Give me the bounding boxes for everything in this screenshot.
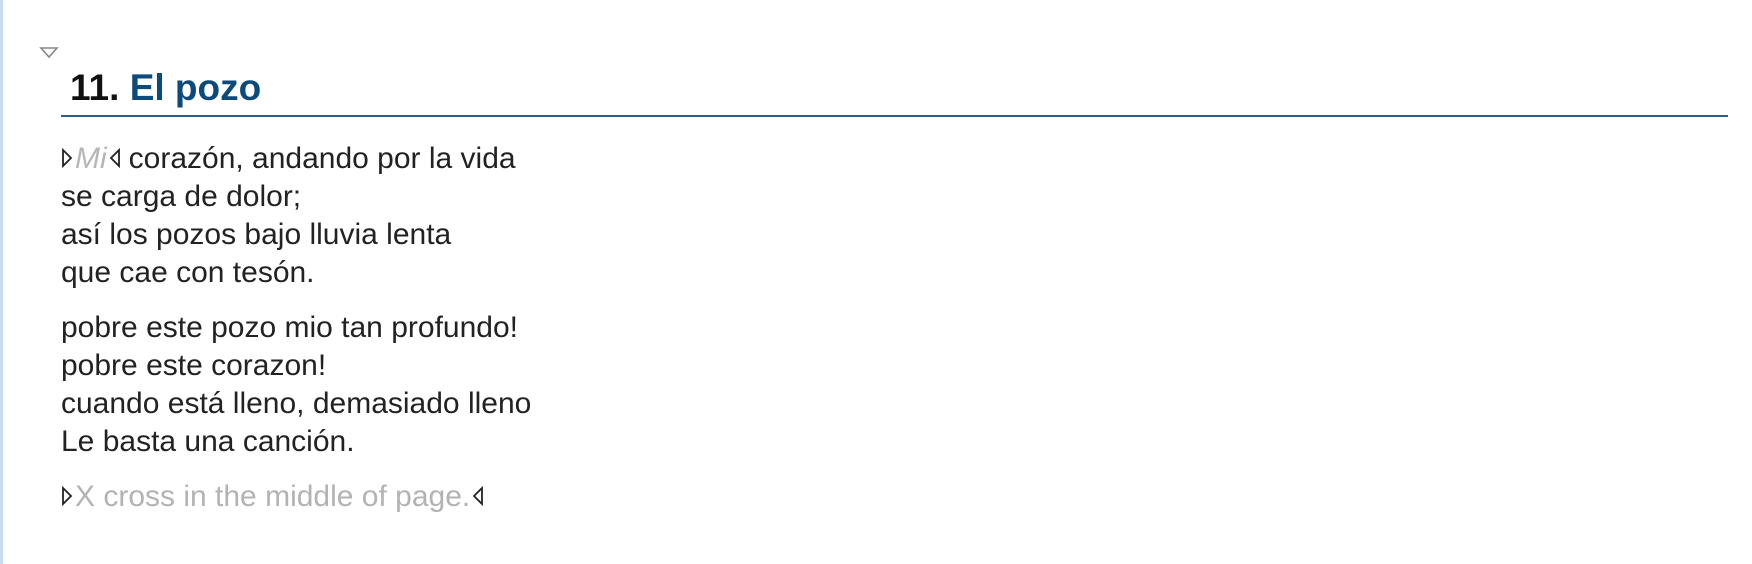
triangle-left-icon [109, 140, 123, 178]
song-title-block: 11. El pozo [70, 66, 261, 110]
lyric-line: cuando está lleno, demasiado lleno [61, 387, 532, 420]
song-title: El pozo [129, 67, 262, 108]
song-body: Mi corazón, andando por la vida se carga… [61, 140, 961, 533]
lyric-line: Mi corazón, andando por la vida [61, 140, 961, 178]
song-number: 11. [70, 67, 120, 108]
verse-2: pobre este pozo mio tan profundo! pobre … [61, 309, 961, 461]
lyric-line: que cae con tesón. [61, 256, 315, 289]
lyric-line: pobre este pozo mio tan profundo! [61, 311, 518, 344]
note-block: X cross in the middle of page. [61, 478, 961, 516]
note-text[interactable]: X cross in the middle of page. [75, 480, 470, 513]
song-heading: 11. El pozo [61, 60, 1728, 117]
song-page: 11. El pozo Mi corazón, andando por la v… [0, 0, 1752, 564]
lyric-text: corazón, andando por la vida [128, 142, 516, 175]
lyric-line: Le basta una canción. [61, 425, 355, 458]
triangle-left-icon [472, 478, 486, 516]
chord-label[interactable]: Mi [75, 142, 107, 175]
verse-1: Mi corazón, andando por la vida se carga… [61, 140, 961, 292]
lyric-line: así los pozos bajo lluvia lenta [61, 218, 452, 251]
lyric-line: pobre este corazon! [61, 349, 327, 382]
note-line: X cross in the middle of page. [61, 478, 961, 516]
triangle-right-icon [61, 140, 75, 178]
collapse-triangle-icon[interactable] [39, 46, 59, 60]
triangle-right-icon [61, 478, 75, 516]
lyric-line: se carga de dolor; [61, 180, 302, 213]
